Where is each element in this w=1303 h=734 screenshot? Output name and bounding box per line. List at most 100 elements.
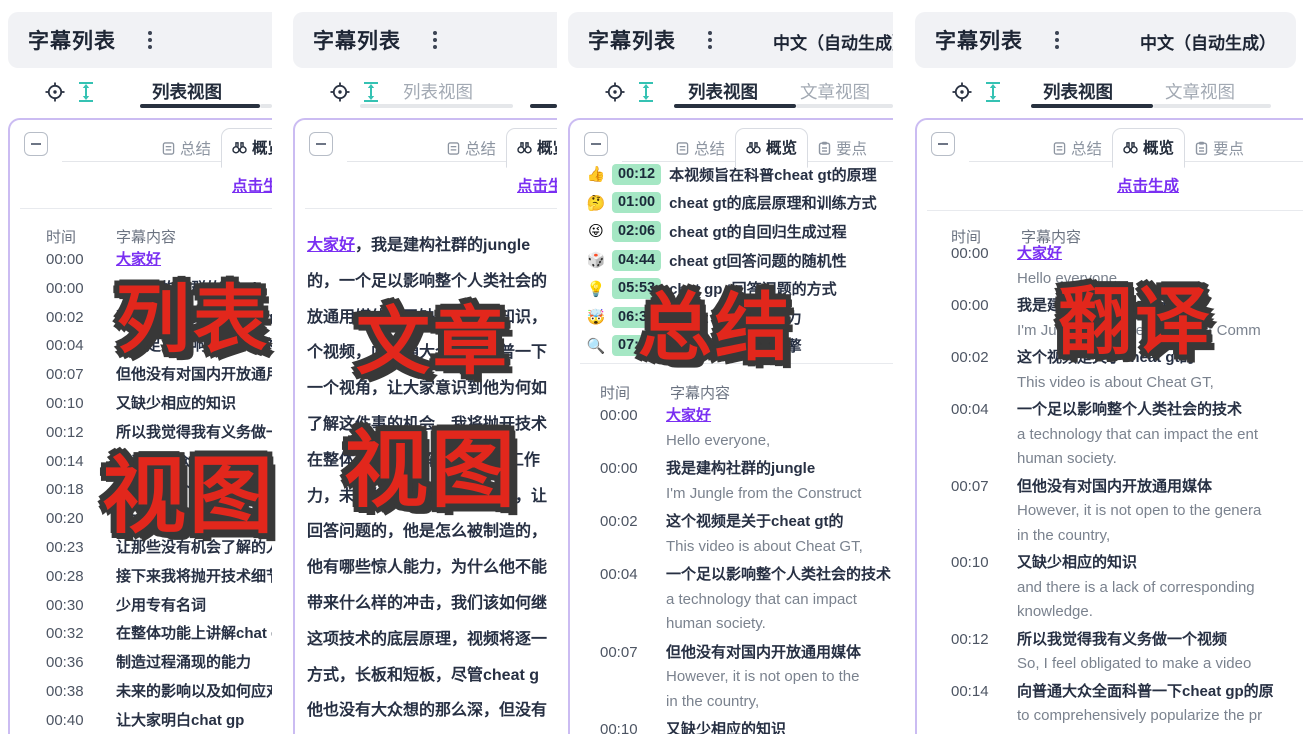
expand-vertical-icon[interactable] [985,81,1001,103]
subtitle-text-link[interactable]: 大家好 [666,404,770,429]
tab-keypoints[interactable]: 要点 [808,130,877,168]
subtitle-row[interactable]: 00:04 一个足以影响整个人类社会的技术 a technology that … [600,563,893,637]
subtitle-text-link[interactable]: 大家好 [1017,242,1121,267]
collapse-button[interactable] [309,132,333,156]
panel-title: 字幕列表 [935,25,1023,55]
subtitle-row[interactable]: 00:07 但他没有对国内开放通用媒体 [46,361,272,390]
subtitle-row[interactable]: 00:10 又缺少相应的知识 [46,390,272,419]
subtitle-time: 00:28 [46,563,116,592]
subtitle-row[interactable]: 00:14 向普通大众全面科普一下cheat gp的原 to comprehen… [951,680,1303,734]
language-selector[interactable]: 中文（自动生成） [1140,29,1276,54]
subtitle-box: 总结 概览 点击生成 时间 字幕内容 00:00 大家好 [8,118,272,734]
tab-summary[interactable]: 总结 [1043,130,1112,168]
active-tab-underline-cut [530,104,557,108]
overview-item[interactable]: 😜 02:06 cheat gt的自回归生成过程 [584,217,893,246]
panel-header: 字幕列表 中文（自动生成） [915,12,1296,68]
subtitle-translation: knowledge. [1017,600,1255,625]
overview-item[interactable]: 🎲 04:44 cheat gt回答问题的随机性 [584,246,893,275]
subtitle-translation: This video is about Cheat GT, [1017,371,1214,396]
tab-article-view[interactable]: 文章视图 [1165,79,1235,104]
overview-timestamp-badge[interactable]: 00:12 [612,164,661,185]
subtitle-row[interactable]: 00:36 制造过程涌现的能力 [46,649,272,678]
subtitle-row[interactable]: 00:04 一个足以影响整个人类社会的技术 a technology that … [951,398,1303,472]
subtitle-row[interactable]: 00:12 所以我觉得我有义务做一个视频 [46,419,272,448]
overview-timestamp-badge[interactable]: 02:06 [612,221,661,242]
tab-summary[interactable]: 总结 [152,130,221,168]
subtitle-row[interactable]: 00:38 未来的影响以及如何应对 [46,678,272,707]
tab-summary[interactable]: 总结 [666,130,735,168]
kebab-menu-icon[interactable] [433,31,437,49]
subtitle-time: 00:32 [46,620,116,649]
article-line: 方式，长板和短板，尽管cheat g [307,658,557,694]
divider [927,210,1303,211]
subtitle-row[interactable]: 00:30 少用专有名词 [46,592,272,621]
inactive-tab-underline [1153,104,1271,108]
subtitle-row[interactable]: 00:02 这个视频是关于cheat gt的 This video is abo… [600,510,893,559]
subtitle-row[interactable]: 00:07 但他没有对国内开放通用媒体 However, it is not o… [951,475,1303,549]
tab-overview[interactable]: 概览 [1112,128,1185,168]
subtitle-translation: So, I feel obligated to make a video [1017,652,1251,677]
subtitle-translation: in the country, [1017,524,1261,549]
subtitle-row[interactable]: 00:00 大家好 Hello everyone, [600,404,893,453]
tab-keypoints[interactable]: 要点 [1185,130,1254,168]
overview-emoji-icon: 🤯 [584,308,608,326]
collapse-button[interactable] [931,132,955,156]
expand-vertical-icon[interactable] [638,81,654,103]
generate-link[interactable]: 点击生成 [517,174,557,196]
tab-list-view[interactable]: 列表视图 [403,79,473,104]
locate-current-subtitle-icon[interactable] [44,81,66,103]
subtitle-time: 00:00 [46,275,116,304]
tab-article-view[interactable]: 文章视图 [800,79,870,104]
subtitle-time: 00:04 [46,332,116,361]
collapse-button[interactable] [584,132,608,156]
kebab-menu-icon[interactable] [708,31,712,49]
kebab-menu-icon[interactable] [1055,31,1059,49]
overview-emoji-icon: 🎲 [584,251,608,269]
expand-vertical-icon[interactable] [78,81,94,103]
collapse-button[interactable] [24,132,48,156]
language-selector[interactable]: 中文（自动生成） [773,29,893,54]
subtitle-row[interactable]: 00:10 又缺少相应的知识 and there is a lack of co… [951,551,1303,625]
overview-timestamp-badge[interactable]: 04:44 [612,250,661,271]
overview-emoji-icon: 💡 [584,280,608,298]
tab-summary[interactable]: 总结 [437,130,506,168]
expand-vertical-icon[interactable] [363,81,379,103]
locate-current-subtitle-icon[interactable] [329,81,351,103]
subtitle-row[interactable]: 00:40 让大家明白chat gp [46,707,272,734]
subtitle-row[interactable]: 00:12 所以我觉得我有义务做一个视频 So, I feel obligate… [951,628,1303,677]
overview-item[interactable]: 🤔 01:00 cheat gt的底层原理和训练方式 [584,189,893,218]
subtitle-translation: of Cheat GP to the general public, [1017,729,1274,734]
locate-current-subtitle-icon[interactable] [951,81,973,103]
subtitle-row[interactable]: 00:00 我是建构社群的jungle I'm Jungle from the … [600,457,893,506]
overview-text: cheat gt回答问题的随机性 [669,250,847,271]
subtitle-row[interactable]: 00:28 接下来我将抛开技术细节 [46,563,272,592]
inactive-tab-underline [796,104,893,108]
subtitle-row[interactable]: 00:00 大家好 [46,246,272,275]
ai-tabs: 总结 概览 [152,128,272,168]
overview-timestamp-badge[interactable]: 01:00 [612,192,661,213]
subtitle-text-link[interactable]: 大家好 [116,246,161,275]
subtitle-row[interactable]: 00:07 但他没有对国内开放通用媒体 However, it is not o… [600,641,893,715]
subtitle-row[interactable]: 00:10 又缺少相应的知识 [600,718,893,734]
tab-list-view[interactable]: 列表视图 [1043,79,1113,104]
tab-summary-label: 总结 [465,137,496,159]
kebab-menu-icon[interactable] [148,31,152,49]
article-line: 的，一个足以影响整个人类社会的 [307,264,557,300]
subtitle-text: 又缺少相应的知识 [666,718,786,734]
subtitle-time: 00:14 [951,680,1017,734]
panel-header: 字幕列表 中文（自动生成） [568,12,893,68]
tab-overview[interactable]: 概览 [735,128,808,168]
subtitle-text-link[interactable]: 大家好 [307,237,355,254]
subtitle-time: 00:12 [951,628,1017,677]
locate-current-subtitle-icon[interactable] [604,81,626,103]
tab-list-view[interactable]: 列表视图 [688,79,758,104]
subtitle-time: 00:07 [600,641,666,715]
subtitle-row[interactable]: 00:32 在整体功能上讲解chat gp [46,620,272,649]
generate-link[interactable]: 点击生成 [1117,174,1179,196]
time-column-header: 时间 [600,382,670,403]
tab-overview[interactable]: 概览 [221,128,272,168]
generate-link[interactable]: 点击生成 [232,174,272,196]
tab-overview[interactable]: 概览 [506,128,557,168]
subtitle-time: 00:10 [46,390,116,419]
tab-list-view[interactable]: 列表视图 [152,79,222,104]
